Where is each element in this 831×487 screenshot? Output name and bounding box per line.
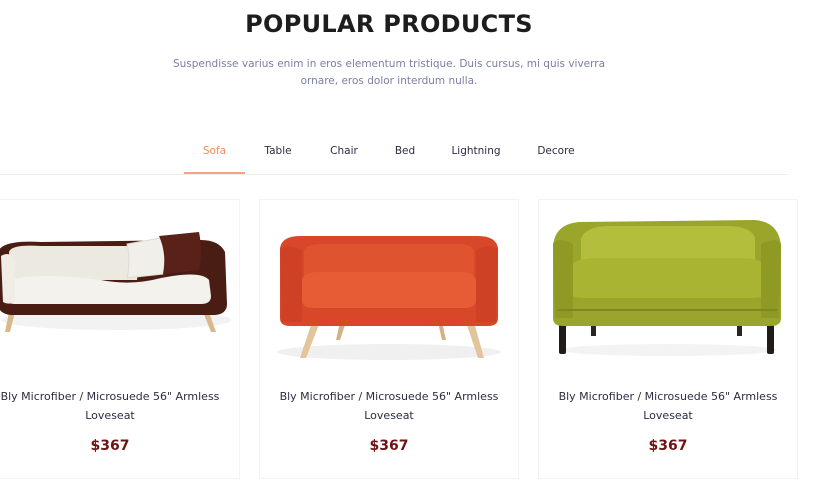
product-card[interactable]: Bly Microfiber / Microsuede 56" Armless … [0, 199, 240, 479]
section-subtitle: Suspendisse varius enim in eros elementu… [172, 58, 606, 87]
product-name[interactable]: Bly Microfiber / Microsuede 56" Armless … [539, 387, 797, 425]
sofa-olive-green-image [553, 220, 781, 356]
tab-table[interactable]: Table [255, 140, 301, 173]
tab-decore[interactable]: Decore [530, 140, 582, 173]
product-price: $367 [369, 438, 409, 454]
sofa-brown-white-image [0, 232, 231, 332]
sofa-orange-image [277, 236, 501, 360]
tab-lightning[interactable]: Lightning [446, 140, 506, 173]
product-price: $367 [90, 438, 130, 454]
section-title: POPULAR PRODUCTS [245, 10, 533, 38]
product-name[interactable]: Bly Microfiber / Microsuede 56" Armless … [260, 387, 518, 425]
product-price: $367 [648, 438, 688, 454]
tab-bed[interactable]: Bed [386, 140, 424, 173]
tab-sofa[interactable]: Sofa [184, 140, 245, 174]
product-name[interactable]: Bly Microfiber / Microsuede 56" Armless … [0, 387, 239, 425]
product-card[interactable]: Bly Microfiber / Microsuede 56" Armless … [259, 199, 519, 479]
category-tabs: Sofa Table Chair Bed Lightning Decore [0, 140, 787, 175]
tab-chair[interactable]: Chair [321, 140, 367, 173]
product-card[interactable]: Bly Microfiber / Microsuede 56" Armless … [538, 199, 798, 479]
